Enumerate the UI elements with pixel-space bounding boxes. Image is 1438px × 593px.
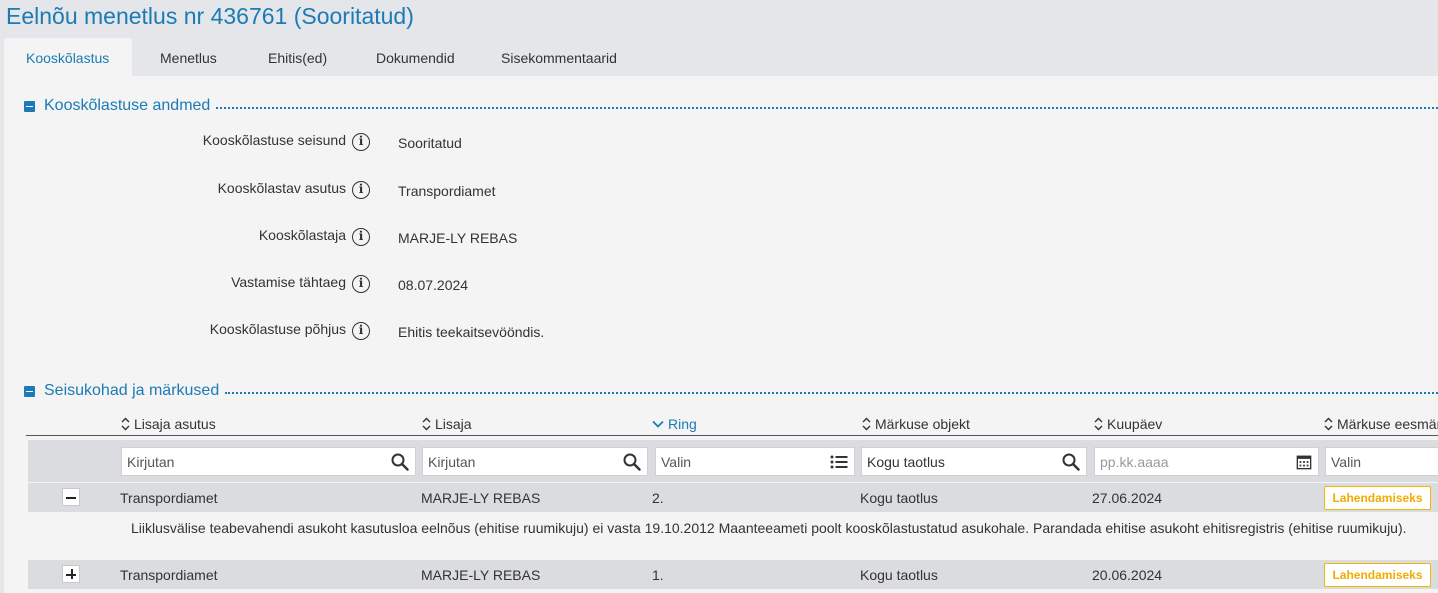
- filter-lisaja-input[interactable]: [423, 448, 647, 475]
- cell-kuupaev: 20.06.2024: [1092, 567, 1163, 583]
- cell-lisaja: MARJE-LY REBAS: [421, 567, 541, 583]
- page-title: Eelnõu menetlus nr 436761 (Sooritatud): [6, 3, 414, 29]
- field-row-tahtaeg: Vastamise tähtaeg i 08.07.2024: [4, 274, 904, 296]
- sort-icon: [1324, 417, 1333, 431]
- tab-ehitised[interactable]: Ehitis(ed): [258, 38, 366, 76]
- content-panel: Kooskõlastuse andmed Kooskõlastuse seisu…: [4, 76, 1438, 593]
- filter-ring: [655, 447, 855, 476]
- table-row: Transpordiamet MARJE-LY REBAS 2. Kogu ta…: [28, 483, 1438, 512]
- section-divider: [225, 392, 1438, 394]
- cell-lisaja-asutus: Transpordiamet: [120, 490, 218, 506]
- section-title-details: Kooskõlastuse andmed: [44, 97, 211, 114]
- cell-markuse-objekt: Kogu taotlus: [860, 567, 938, 583]
- expand-row-button[interactable]: [62, 565, 80, 583]
- info-icon[interactable]: i: [352, 181, 370, 199]
- collapse-row-button[interactable]: [62, 488, 80, 506]
- field-label: Vastamise tähtaeg: [231, 274, 346, 290]
- search-icon[interactable]: [1062, 453, 1080, 471]
- column-header-lisaja-asutus[interactable]: Lisaja asutus: [121, 414, 216, 434]
- cell-markuse-objekt: Kogu taotlus: [860, 490, 938, 506]
- tab-bar: Kooskõlastus Menetlus Ehitis(ed) Dokumen…: [4, 38, 641, 76]
- column-header-markuse-eesmark[interactable]: Märkuse eesmärk: [1324, 414, 1438, 434]
- field-label: Kooskõlastav asutus: [217, 180, 346, 196]
- column-header-lisaja[interactable]: Lisaja: [422, 414, 472, 434]
- field-value: Transpordiamet: [398, 183, 496, 199]
- section-header-details: Kooskõlastuse andmed: [24, 96, 1438, 116]
- search-icon[interactable]: [391, 453, 409, 471]
- status-badge: Lahendamiseks: [1324, 563, 1431, 587]
- column-label: Märkuse objekt: [875, 416, 970, 432]
- filter-markuse-eesmark: [1325, 447, 1438, 476]
- calendar-icon[interactable]: [1296, 454, 1312, 470]
- sort-icon: [422, 417, 431, 431]
- collapse-details-button[interactable]: [24, 100, 35, 112]
- tab-kooskolastus[interactable]: Kooskõlastus: [4, 38, 132, 76]
- cell-lisaja: MARJE-LY REBAS: [421, 490, 541, 506]
- sort-desc-icon: [652, 420, 664, 428]
- field-label: Kooskõlastaja: [258, 227, 346, 243]
- tab-dokumendid[interactable]: Dokumendid: [366, 38, 496, 76]
- info-icon[interactable]: i: [352, 275, 370, 293]
- tab-sisekommentaarid[interactable]: Sisekommentaarid: [496, 38, 641, 76]
- cell-ring: 1.: [652, 567, 664, 583]
- filter-ring-select[interactable]: [656, 448, 854, 475]
- field-row-pohjus: Kooskõlastuse põhjus i Ehitis teekaitsev…: [4, 321, 904, 343]
- field-row-seisund: Kooskõlastuse seisund i Sooritatud: [4, 132, 904, 154]
- filter-lisaja-asutus: [121, 447, 416, 476]
- column-label: Lisaja: [435, 416, 472, 432]
- column-header-kuupaev[interactable]: Kuupäev: [1094, 414, 1162, 434]
- search-icon[interactable]: [623, 453, 641, 471]
- section-header-remarks: Seisukohad ja märkused: [24, 381, 1438, 401]
- section-title-remarks: Seisukohad ja märkused: [44, 382, 220, 399]
- filter-bar: [28, 440, 1438, 482]
- field-value: Sooritatud: [398, 135, 462, 151]
- column-header-markuse-objekt[interactable]: Märkuse objekt: [862, 414, 970, 434]
- info-icon[interactable]: i: [352, 322, 370, 340]
- field-row-asutus: Kooskõlastav asutus i Transpordiamet: [4, 180, 904, 202]
- cell-kuupaev: 27.06.2024: [1092, 490, 1163, 506]
- sort-icon: [121, 417, 130, 431]
- status-badge: Lahendamiseks: [1324, 486, 1431, 510]
- filter-markuse-eesmark-select[interactable]: [1326, 448, 1438, 475]
- field-value: MARJE-LY REBAS: [398, 230, 518, 246]
- table-row: Transpordiamet MARJE-LY REBAS 1. Kogu ta…: [28, 560, 1438, 589]
- filter-markuse-objekt-input[interactable]: [862, 448, 1086, 475]
- remark-text: Liiklusvälise teabevahendi asukoht kasut…: [131, 520, 1407, 536]
- filter-lisaja-asutus-input[interactable]: [122, 448, 415, 475]
- sort-icon: [862, 417, 871, 431]
- cell-ring: 2.: [652, 490, 664, 506]
- field-label: Kooskõlastuse põhjus: [209, 321, 346, 337]
- field-label: Kooskõlastuse seisund: [202, 132, 346, 148]
- header-divider: [26, 435, 1438, 436]
- collapse-remarks-button[interactable]: [24, 385, 35, 397]
- field-value: 08.07.2024: [398, 277, 469, 293]
- cell-lisaja-asutus: Transpordiamet: [120, 567, 218, 583]
- sort-icon: [1094, 417, 1103, 431]
- info-icon[interactable]: i: [352, 228, 370, 246]
- filter-kuupaev: [1094, 447, 1319, 476]
- info-icon[interactable]: i: [352, 133, 370, 151]
- tab-menetlus[interactable]: Menetlus: [132, 38, 258, 76]
- section-divider: [216, 107, 1438, 109]
- column-header-ring[interactable]: Ring: [652, 414, 697, 434]
- column-label: Märkuse eesmärk: [1337, 416, 1438, 432]
- column-label: Kuupäev: [1107, 416, 1163, 432]
- field-row-kooskolastaja: Kooskõlastaja i MARJE-LY REBAS: [4, 227, 904, 249]
- column-label: Lisaja asutus: [134, 416, 216, 432]
- filter-lisaja: [422, 447, 648, 476]
- list-icon[interactable]: [830, 453, 848, 471]
- field-value: Ehitis teekaitsevööndis.: [398, 324, 545, 340]
- filter-markuse-objekt: [861, 447, 1087, 476]
- filter-kuupaev-input[interactable]: [1095, 448, 1318, 475]
- column-label: Ring: [668, 416, 697, 432]
